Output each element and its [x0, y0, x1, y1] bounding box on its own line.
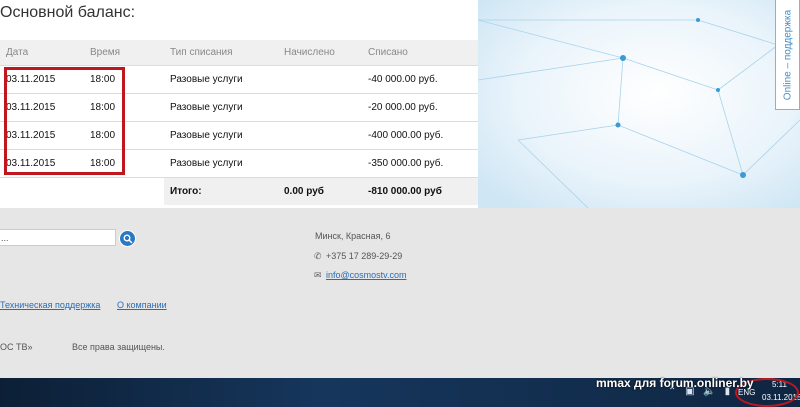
column-header-date: Дата: [0, 40, 84, 66]
column-header-debited: Списано: [362, 40, 478, 66]
cell-type: Разовые услуги: [164, 65, 278, 94]
column-header-type: Тип списания: [164, 40, 278, 66]
cell-credited: [278, 149, 362, 178]
cell-credited: [278, 65, 362, 94]
page-title: Основной баланс:: [0, 4, 136, 21]
total-label: Итого:: [164, 177, 278, 205]
online-support-tab[interactable]: Online – поддержка: [775, 0, 800, 110]
footer-rights: Все права защищены.: [72, 342, 165, 352]
phone-icon: ✆: [314, 251, 322, 261]
cell-debited: -400 000.00 руб.: [362, 121, 478, 150]
table-header-row: Дата Время Тип списания Начислено Списан…: [0, 40, 478, 66]
footer-phone: +375 17 289-29-29: [326, 251, 403, 261]
footer-link-about[interactable]: О компании: [117, 300, 167, 310]
cell-debited: -350 000.00 руб.: [362, 149, 478, 178]
column-header-time: Время: [84, 40, 164, 66]
total-credited: 0.00 руб: [278, 177, 362, 205]
search-button[interactable]: [119, 230, 136, 247]
column-header-credited: Начислено: [278, 40, 362, 66]
highlight-annotation: [4, 67, 125, 175]
cell-type: Разовые услуги: [164, 149, 278, 178]
cell-credited: [278, 93, 362, 122]
support-tab-label: Online – поддержка: [782, 9, 793, 100]
total-spacer: [84, 177, 164, 205]
footer-link-support[interactable]: Техническая поддержка: [0, 300, 100, 310]
network-decoration: [478, 0, 800, 208]
cell-type: Разовые услуги: [164, 93, 278, 122]
cell-type: Разовые услуги: [164, 121, 278, 150]
search-input[interactable]: [0, 229, 116, 246]
envelope-icon: ✉: [314, 270, 322, 280]
total-row: Итого: 0.00 руб -810 000.00 руб: [0, 177, 478, 205]
footer-brand: ОС ТВ»: [0, 342, 33, 352]
footer-email-link[interactable]: info@cosmostv.com: [326, 270, 407, 280]
search-icon: [123, 234, 132, 243]
cell-credited: [278, 121, 362, 150]
total-debited: -810 000.00 руб: [362, 177, 478, 205]
cell-debited: -20 000.00 руб.: [362, 93, 478, 122]
cell-debited: -40 000.00 руб.: [362, 65, 478, 94]
watermark: mmax для forum.onliner.by: [596, 376, 754, 390]
total-spacer: [0, 177, 84, 205]
footer-address: Минск, Красная, 6: [315, 231, 391, 241]
network-graphic: [478, 0, 800, 208]
balance-panel: Основной баланс: Дата Время Тип списания…: [0, 0, 478, 208]
